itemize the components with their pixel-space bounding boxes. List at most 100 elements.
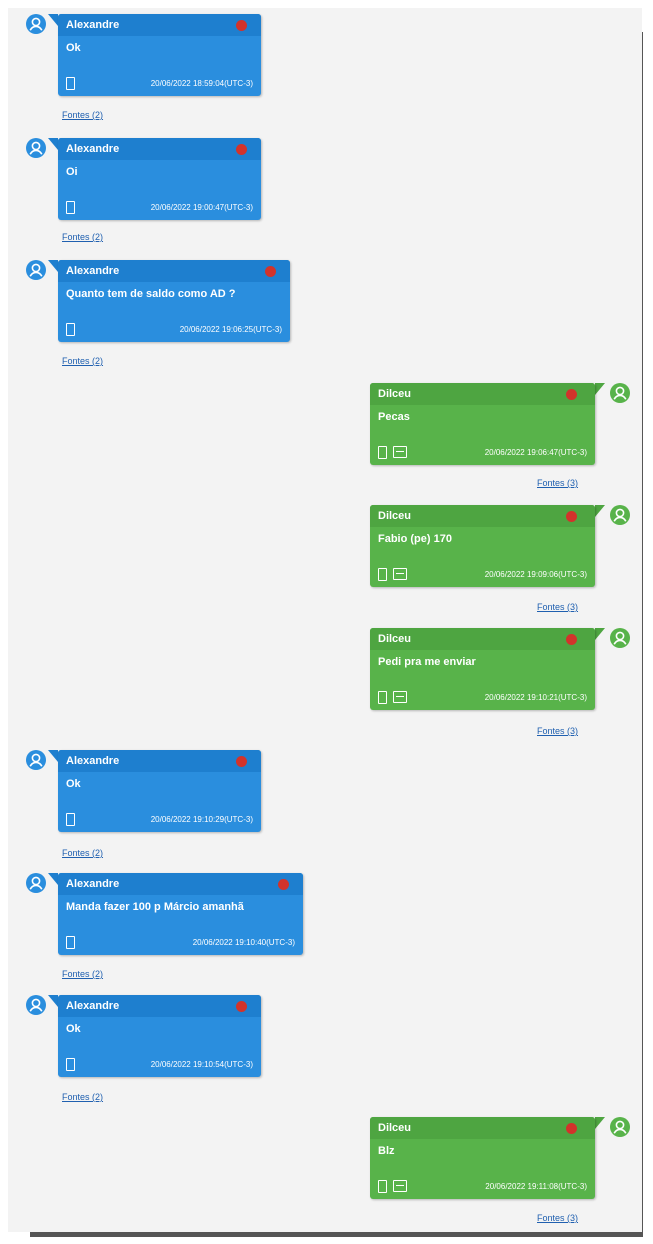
sender-name: Alexandre <box>58 138 261 160</box>
bubble-tail <box>48 995 58 1007</box>
sender-name: Alexandre <box>58 873 303 895</box>
message-bubble[interactable]: Dilceu Fabio (pe) 170 20/06/2022 19:09:06(… <box>370 505 595 587</box>
message-text: Pedi pra me enviar <box>378 656 476 668</box>
sender-name-label: Alexandre <box>66 265 120 277</box>
message-meta: 20/06/2022 19:10:21(UTC-3) <box>378 690 587 704</box>
bubble-tail <box>595 383 605 395</box>
phone-icon <box>378 1179 387 1193</box>
deleted-indicator-icon <box>236 1001 247 1012</box>
message-text: Pecas <box>378 411 410 423</box>
message-bubble[interactable]: Alexandre Ok 20/06/2022 19:10:29(UTC-3) <box>58 750 261 832</box>
sender-name-label: Alexandre <box>66 755 120 767</box>
message-meta: 20/06/2022 18:59:04(UTC-3) <box>66 76 253 90</box>
sender-name: Dilceu <box>370 383 595 405</box>
bubble-tail <box>48 260 58 272</box>
message-bubble[interactable]: Alexandre Ok 20/06/2022 18:59:04(UTC-3) <box>58 14 261 96</box>
sources-link[interactable]: Fontes (2) <box>62 848 103 858</box>
message-status-icon <box>393 1180 407 1192</box>
message-text: Manda fazer 100 p Márcio amanhã <box>66 901 244 913</box>
sender-name: Alexandre <box>58 14 261 36</box>
sources-link[interactable]: Fontes (3) <box>537 726 578 736</box>
sender-name: Alexandre <box>58 750 261 772</box>
message-status-icon <box>393 446 407 458</box>
phone-icon <box>378 690 387 704</box>
message-bubble[interactable]: Dilceu Blz 20/06/2022 19:11:08(UTC-3) <box>370 1117 595 1199</box>
deleted-indicator-icon <box>566 634 577 645</box>
sources-link[interactable]: Fontes (2) <box>62 969 103 979</box>
message-text: Ok <box>66 42 81 54</box>
bubble-tail <box>48 873 58 885</box>
sources-link[interactable]: Fontes (2) <box>62 356 103 366</box>
sender-name-label: Alexandre <box>66 878 120 890</box>
sender-name-label: Dilceu <box>378 1122 412 1134</box>
deleted-indicator-icon <box>566 511 577 522</box>
avatar <box>610 1117 630 1137</box>
sender-name: Alexandre <box>58 260 290 282</box>
timestamp: 20/06/2022 19:10:40(UTC-3) <box>192 937 295 947</box>
sources-link[interactable]: Fontes (3) <box>537 478 578 488</box>
phone-icon <box>66 935 75 949</box>
sender-name-label: Alexandre <box>66 19 120 31</box>
sender-name: Dilceu <box>370 628 595 650</box>
message-meta: 20/06/2022 19:11:08(UTC-3) <box>378 1179 587 1193</box>
person-icon <box>26 995 46 1015</box>
sender-name: Alexandre <box>58 995 261 1017</box>
message-bubble[interactable]: Alexandre Manda fazer 100 p Márcio amanhã… <box>58 873 303 955</box>
phone-icon <box>66 1057 75 1071</box>
message-bubble[interactable]: Alexandre Quanto tem de saldo como AD ? 20… <box>58 260 290 342</box>
message-meta: 20/06/2022 19:06:47(UTC-3) <box>378 445 587 459</box>
message-bubble[interactable]: Dilceu Pedi pra me enviar 20/06/2022 19:10… <box>370 628 595 710</box>
message-bubble[interactable]: Alexandre Ok 20/06/2022 19:10:54(UTC-3) <box>58 995 261 1077</box>
person-icon <box>610 628 630 648</box>
sources-link[interactable]: Fontes (3) <box>537 1213 578 1223</box>
deleted-indicator-icon <box>236 20 247 31</box>
avatar <box>26 750 46 770</box>
message-text: Ok <box>66 1023 81 1035</box>
bubble-tail <box>48 14 58 26</box>
avatar <box>26 14 46 34</box>
phone-icon <box>66 812 75 826</box>
message-status-icon <box>393 691 407 703</box>
message-bubble[interactable]: Dilceu Pecas 20/06/2022 19:06:47(UTC-3) <box>370 383 595 465</box>
bubble-tail <box>595 505 605 517</box>
person-icon <box>610 383 630 403</box>
message-text: Fabio (pe) 170 <box>378 533 452 545</box>
message-bubble[interactable]: Alexandre Oi 20/06/2022 19:00:47(UTC-3) <box>58 138 261 220</box>
message-text: Quanto tem de saldo como AD ? <box>66 288 236 300</box>
sources-link[interactable]: Fontes (2) <box>62 1092 103 1102</box>
timestamp: 20/06/2022 19:00:47(UTC-3) <box>150 202 253 212</box>
timestamp: 20/06/2022 19:10:29(UTC-3) <box>150 814 253 824</box>
sources-link[interactable]: Fontes (3) <box>537 602 578 612</box>
avatar <box>26 138 46 158</box>
phone-icon <box>66 200 75 214</box>
sender-name-label: Dilceu <box>378 633 412 645</box>
sources-link[interactable]: Fontes (2) <box>62 110 103 120</box>
message-text: Oi <box>66 166 78 178</box>
avatar <box>26 995 46 1015</box>
message-meta: 20/06/2022 19:10:40(UTC-3) <box>66 935 295 949</box>
phone-icon <box>66 76 75 90</box>
avatar <box>610 383 630 403</box>
sender-name: Dilceu <box>370 505 595 527</box>
timestamp: 20/06/2022 19:09:06(UTC-3) <box>484 569 587 579</box>
sources-link[interactable]: Fontes (2) <box>62 232 103 242</box>
timestamp: 20/06/2022 19:06:25(UTC-3) <box>179 324 282 334</box>
sender-name: Dilceu <box>370 1117 595 1139</box>
person-icon <box>26 873 46 893</box>
person-icon <box>26 750 46 770</box>
sender-name-label: Alexandre <box>66 143 120 155</box>
avatar <box>26 873 46 893</box>
person-icon <box>26 138 46 158</box>
bubble-tail <box>595 628 605 640</box>
bubble-tail <box>48 138 58 150</box>
deleted-indicator-icon <box>566 1123 577 1134</box>
sender-name-label: Dilceu <box>378 510 412 522</box>
message-text: Blz <box>378 1145 395 1157</box>
deleted-indicator-icon <box>278 879 289 890</box>
message-text: Ok <box>66 778 81 790</box>
message-meta: 20/06/2022 19:10:29(UTC-3) <box>66 812 253 826</box>
timestamp: 20/06/2022 19:11:08(UTC-3) <box>485 1181 587 1191</box>
phone-icon <box>378 567 387 581</box>
deleted-indicator-icon <box>236 144 247 155</box>
message-status-icon <box>393 568 407 580</box>
